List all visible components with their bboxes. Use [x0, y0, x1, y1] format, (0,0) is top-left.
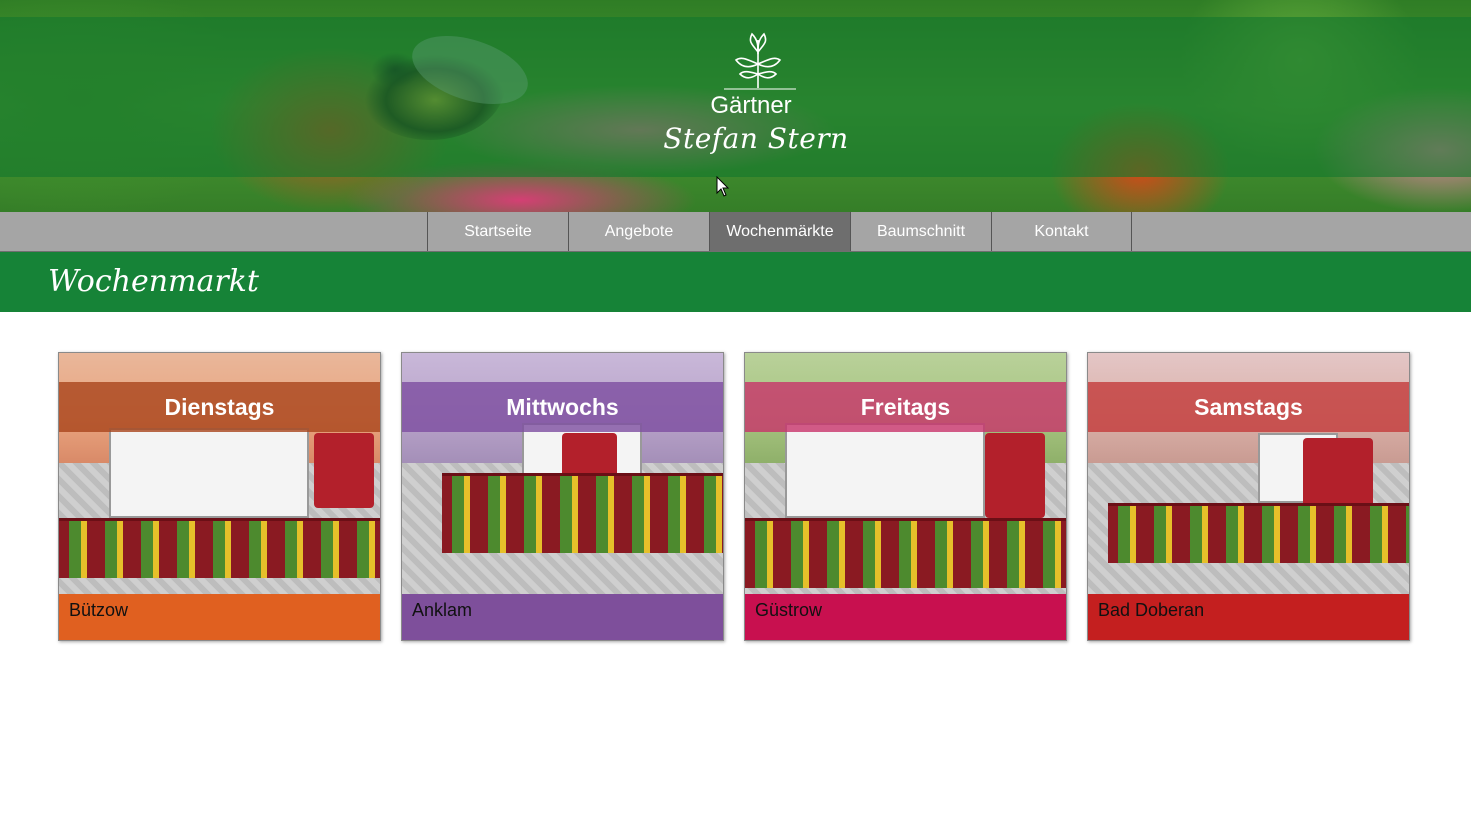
market-place-label: Bützow [59, 594, 380, 640]
nav-item-kontakt[interactable]: Kontakt [991, 212, 1132, 251]
page-title-bar: Wochenmarkt [0, 252, 1471, 312]
nav-item-wochenmaerkte[interactable]: Wochenmärkte [709, 212, 850, 251]
market-day-label: Dienstags [59, 382, 380, 432]
site-title: Gärtner [710, 92, 792, 119]
site-subtitle: Stefan Stern [663, 122, 849, 155]
market-place-label: Güstrow [745, 594, 1066, 640]
mouse-cursor-icon [716, 176, 730, 197]
header-banner: Gärtner Stefan Stern [0, 0, 1471, 212]
market-card-anklam[interactable]: Mittwochs Anklam [401, 352, 724, 641]
nav-item-angebote[interactable]: Angebote [568, 212, 709, 251]
market-place-label: Bad Doberan [1088, 594, 1409, 640]
market-day-label: Freitags [745, 382, 1066, 432]
market-place-label: Anklam [402, 594, 723, 640]
market-card-buetzow[interactable]: Dienstags Bützow [58, 352, 381, 641]
sprout-icon [724, 32, 796, 90]
market-day-label: Samstags [1088, 382, 1409, 432]
page-title: Wochenmarkt [48, 264, 259, 299]
main-navigation: Startseite Angebote Wochenmärkte Baumsch… [0, 212, 1471, 252]
market-card-bad-doberan[interactable]: Samstags Bad Doberan [1087, 352, 1410, 641]
market-cards: Dienstags Bützow Mittwochs Anklam Freita… [58, 352, 1412, 642]
market-card-guestrow[interactable]: Freitags Güstrow [744, 352, 1067, 641]
nav-item-baumschnitt[interactable]: Baumschnitt [850, 212, 991, 251]
nav-item-startseite[interactable]: Startseite [427, 212, 568, 251]
market-day-label: Mittwochs [402, 382, 723, 432]
